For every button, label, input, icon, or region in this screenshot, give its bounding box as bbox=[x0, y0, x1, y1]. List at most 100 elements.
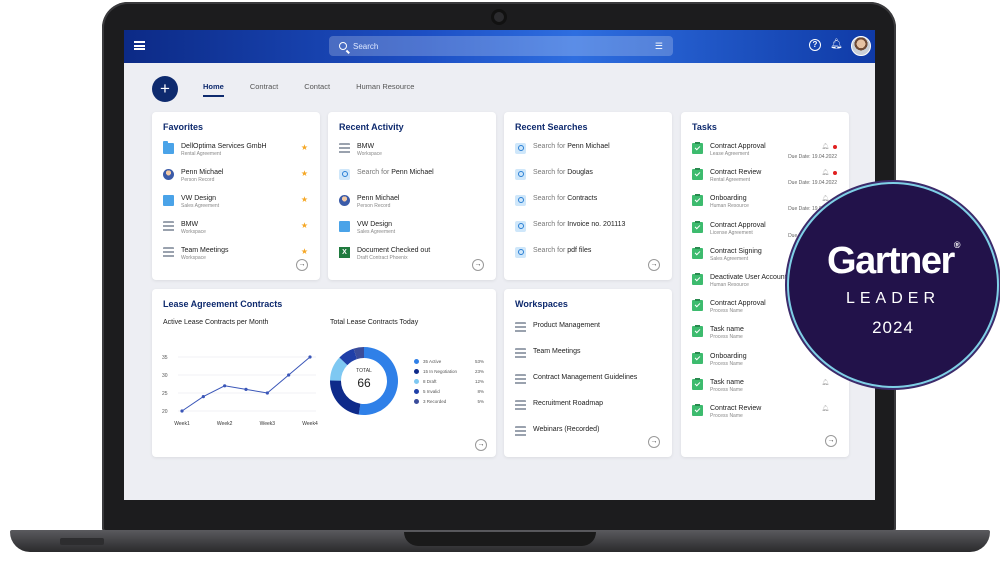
task-text: Contract Review Rental Agreement bbox=[710, 168, 761, 184]
workspace-item[interactable]: Team Meetings bbox=[515, 347, 580, 359]
filter-icon[interactable]: ☰ bbox=[655, 41, 663, 52]
legend-percent: 23% bbox=[474, 369, 484, 374]
workspace-icon bbox=[515, 322, 526, 333]
item-text: BMW Workspace bbox=[357, 142, 382, 158]
recent-activity-card: Recent Activity BMW Workspace Search for P… bbox=[328, 112, 496, 280]
tab-contact[interactable]: Contact bbox=[304, 82, 330, 97]
legend-label: 3 Recorded bbox=[423, 399, 447, 404]
tab-home[interactable]: Home bbox=[203, 82, 224, 97]
item-name: Search for Contracts bbox=[533, 194, 597, 203]
workspace-item[interactable]: Product Management bbox=[515, 321, 600, 333]
item-name: VW Design bbox=[357, 221, 393, 228]
favorites-item[interactable]: VW Design Sales Agreement bbox=[163, 194, 219, 210]
task-item[interactable]: Contract Approval Process Name bbox=[692, 299, 766, 315]
tab-contract[interactable]: Contract bbox=[250, 82, 278, 97]
favorites-item[interactable]: Penn Michael Person Record bbox=[163, 168, 223, 184]
favorites-item[interactable]: DellOptima Services GmbH Rental Agreement bbox=[163, 141, 267, 158]
lease-more-button[interactable]: → bbox=[475, 439, 487, 451]
recent-searches-item[interactable]: Search for pdf files bbox=[515, 246, 591, 258]
task-icon bbox=[692, 377, 703, 390]
bell-icon[interactable]: 🔔︎ bbox=[821, 379, 829, 386]
tasks-more-button[interactable]: → bbox=[825, 435, 837, 447]
bell-icon[interactable]: 🔔︎ bbox=[821, 195, 829, 202]
menu-icon[interactable] bbox=[134, 41, 145, 50]
bell-icon[interactable]: 🔔︎ bbox=[821, 143, 829, 150]
recent-searches-item[interactable]: Search for Douglas bbox=[515, 168, 593, 180]
item-name: Search for pdf files bbox=[533, 246, 591, 255]
task-process: Process Name bbox=[710, 334, 743, 341]
bell-icon[interactable]: 🔔︎ bbox=[821, 169, 829, 176]
task-item[interactable]: Contract Approval Lease Agreement bbox=[692, 142, 766, 158]
star-icon[interactable]: ★ bbox=[301, 143, 308, 152]
recent-searches-item[interactable]: Search for Invoice no. 201113 bbox=[515, 220, 625, 232]
search-input[interactable]: Search ☰ bbox=[329, 36, 673, 56]
star-icon[interactable]: ★ bbox=[301, 169, 308, 178]
bell-icon[interactable]: 🔔︎ bbox=[821, 405, 829, 412]
workspace-item[interactable]: Recruitment Roadmap bbox=[515, 399, 603, 411]
task-process: Rental Agreement bbox=[710, 177, 751, 184]
workspace-icon bbox=[163, 221, 174, 232]
data-point bbox=[244, 387, 248, 391]
task-item[interactable]: Contract Review Process Name bbox=[692, 404, 761, 420]
line-series bbox=[181, 356, 311, 412]
add-button[interactable]: + bbox=[152, 76, 178, 102]
bell-icon[interactable]: 🔔︎ bbox=[830, 39, 843, 51]
favorites-more-button[interactable]: → bbox=[296, 259, 308, 271]
task-item[interactable]: Deactivate User Account Human Resource bbox=[692, 273, 787, 289]
recent-activity-item[interactable]: Penn Michael Person Record bbox=[339, 194, 399, 210]
folder-icon bbox=[163, 141, 174, 154]
recent-searches-item[interactable]: Search for Penn Michael bbox=[515, 142, 610, 154]
legend-item: 8 Draft 12% bbox=[414, 379, 484, 384]
item-name: Search for Douglas bbox=[533, 168, 593, 177]
gartner-badge: Gartner® LEADER 2024 bbox=[787, 182, 999, 388]
star-icon[interactable]: ★ bbox=[301, 195, 308, 204]
item-name: Team Meetings bbox=[181, 247, 229, 254]
task-item[interactable]: Contract Signing Sales Agreement bbox=[692, 246, 762, 263]
tab-human-resource[interactable]: Human Resource bbox=[356, 82, 414, 97]
donut-chart-title: Total Lease Contracts Today bbox=[330, 319, 419, 326]
task-item[interactable]: Contract Approval License Agreement bbox=[692, 220, 766, 237]
task-name: Contract Approval bbox=[710, 300, 766, 308]
workspace-item[interactable]: Contract Management Guidelines bbox=[515, 373, 637, 385]
laptop-notch bbox=[404, 532, 596, 546]
task-process: Process Name bbox=[710, 360, 743, 367]
recent-activity-item[interactable]: Search for Penn Michael bbox=[339, 168, 434, 180]
recent-activity-item[interactable]: VW Design Sales Agreement bbox=[339, 220, 395, 236]
task-item[interactable]: Task name Process Name bbox=[692, 377, 744, 394]
task-item[interactable]: Task name Process Name bbox=[692, 325, 744, 341]
recent-searches-card: Recent Searches Search for Penn Michael S… bbox=[504, 112, 672, 280]
task-item[interactable]: Onboarding Process Name bbox=[692, 351, 747, 368]
workspace-item[interactable]: Webinars (Recorded) bbox=[515, 425, 599, 437]
recent-activity-item[interactable]: X Document Checked out Draft Contract Phoe… bbox=[339, 246, 430, 262]
task-process: Human Resource bbox=[710, 203, 749, 210]
task-item[interactable]: Contract Review Rental Agreement bbox=[692, 168, 761, 184]
help-icon[interactable]: ? bbox=[809, 39, 821, 51]
favorites-item[interactable]: BMW Workspace bbox=[163, 220, 206, 236]
item-label: Penn Michael bbox=[567, 143, 610, 150]
item-prefix: Search for bbox=[533, 221, 568, 228]
task-name: Deactivate User Account bbox=[710, 274, 787, 281]
task-name: Onboarding bbox=[710, 352, 747, 360]
task-icon bbox=[692, 273, 703, 285]
recent-activity-item[interactable]: BMW Workspace bbox=[339, 142, 382, 158]
item-name: VW Design bbox=[181, 195, 217, 202]
workspaces-more-button[interactable]: → bbox=[648, 436, 660, 448]
item-sub: Sales Agreement bbox=[357, 229, 396, 235]
favorites-item[interactable]: Team Meetings Workspace bbox=[163, 246, 228, 262]
task-item[interactable]: Onboarding Human Resource bbox=[692, 194, 749, 210]
task-icon bbox=[692, 325, 703, 338]
workspace-label: Team Meetings bbox=[533, 348, 581, 355]
legend-label: 15 In Negotiation bbox=[423, 369, 458, 374]
recent-searches-item[interactable]: Search for Contracts bbox=[515, 194, 597, 206]
task-icon bbox=[692, 299, 703, 312]
item-text: Search for pdf files bbox=[533, 246, 591, 255]
star-icon[interactable]: ★ bbox=[301, 221, 308, 230]
line-chart: 20 25 30 35 Week1 Week2 Week3 Week4 bbox=[162, 355, 318, 427]
item-label: Invoice no. 201113 bbox=[567, 221, 626, 228]
alert-dot bbox=[833, 171, 837, 176]
item-prefix: Search for bbox=[533, 195, 568, 202]
star-icon[interactable]: ★ bbox=[301, 247, 308, 256]
avatar[interactable] bbox=[851, 36, 871, 56]
recent-activity-more-button[interactable]: → bbox=[472, 259, 484, 271]
recent-searches-more-button[interactable]: → bbox=[648, 259, 660, 271]
